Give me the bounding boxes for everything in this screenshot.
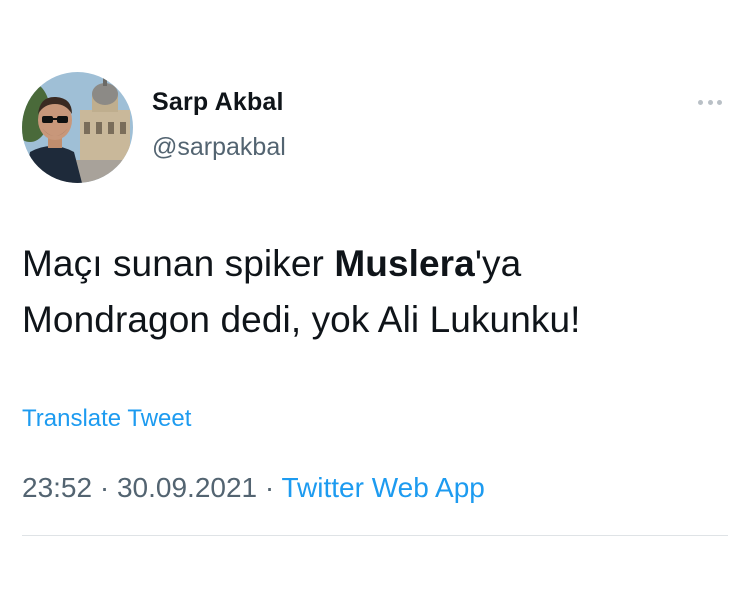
tweet-card: Sarp Akbal @sarpakbal Maçı sunan spiker …: [0, 0, 750, 599]
avatar-photo: [22, 72, 133, 183]
avatar[interactable]: [22, 72, 133, 183]
more-horizontal-icon[interactable]: [694, 92, 726, 112]
tweet-text-line-1: Maçı sunan spiker Muslera'ya: [22, 243, 522, 284]
tweet-time[interactable]: 23:52: [22, 472, 92, 503]
dot: [707, 99, 713, 105]
tweet-text-line-2: Mondragon dedi, yok Ali Lukunku!: [22, 299, 581, 340]
translate-tweet-link[interactable]: Translate Tweet: [22, 405, 191, 433]
divider: [22, 535, 728, 536]
dot: [698, 99, 703, 105]
tweet-text: Maçı sunan spiker Muslera'ya Mondragon d…: [22, 236, 732, 348]
tweet-meta: 23:52 · 30.09.2021 · Twitter Web App: [22, 472, 485, 503]
tweet-source-link[interactable]: Twitter Web App: [282, 472, 485, 503]
tweet-text-bold: Muslera: [334, 243, 475, 284]
author-name[interactable]: Sarp Akbal: [152, 88, 284, 117]
tweet-date[interactable]: 30.09.2021: [117, 472, 257, 503]
author-handle[interactable]: @sarpakbal: [152, 133, 286, 162]
dot: [717, 99, 722, 105]
